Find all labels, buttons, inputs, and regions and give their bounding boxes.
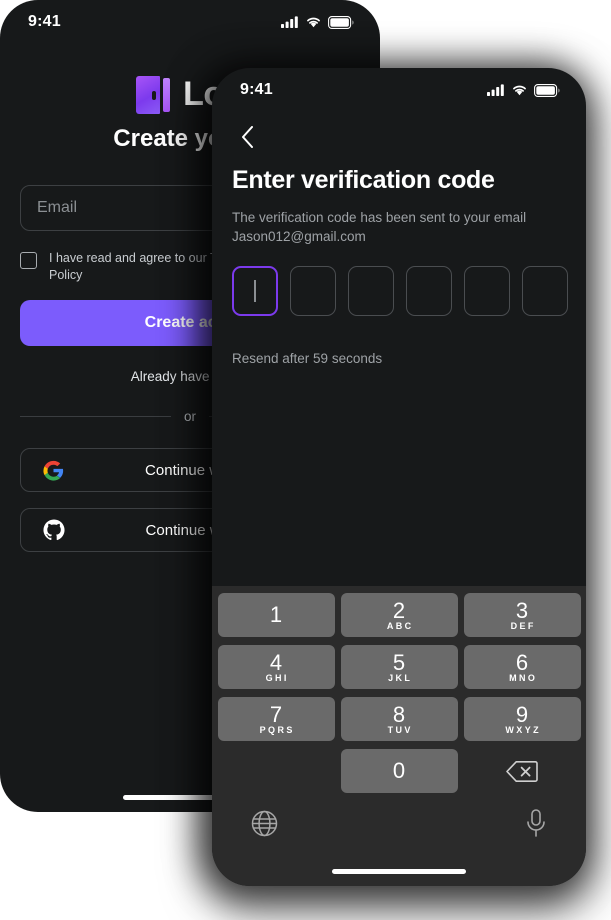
keyboard-row-zero: 0 [217,749,581,793]
key-2-number: 2 [392,598,406,623]
microphone-dictation-icon [527,809,545,837]
key-5-letters: JKL [388,673,413,683]
keyboard-row-3: 7 PQRS 8 TUV 9 WXYZ [217,697,581,741]
key-0-label: 0 [392,758,406,783]
key-6[interactable]: 6 MNO [463,645,581,689]
terms-text-line1: I have read and agree to our T [49,251,218,265]
key-3[interactable]: 3 DEF [463,593,581,637]
battery-icon [328,15,354,29]
key-8-number: 8 [392,702,406,727]
door-logo-icon [136,75,171,114]
cellular-signal-icon [487,84,504,96]
globe-language-icon [251,810,278,836]
keyboard-row-1: 1 2 ABC 3 DEF [217,593,581,637]
key-2-letters: ABC [386,621,414,631]
otp-box-4[interactable] [406,266,452,316]
status-bar-signup: 9:41 [0,0,380,44]
email-field-placeholder: Email [37,199,78,216]
verification-subtitle-email: Jason012@gmail.com [232,229,366,244]
numeric-keyboard: 1 2 ABC 3 DEF 4 GHI 5 JKL 6 MNO 7 PQRS 8 TUV 9 WXYZ 0 [212,586,586,886]
terms-agreement-label: I have read and agree to our T Policy [49,250,218,284]
divider-label: or [184,409,197,424]
status-bar-icons-verification [487,83,560,97]
key-4-letters: GHI [265,673,289,683]
verification-phone-screen: 9:41 Enter verification code The verific… [212,68,586,886]
verification-subtitle-line1: The verification code has been sent to y… [232,210,527,225]
cellular-signal-icon [281,16,298,28]
key-4-number: 4 [269,650,283,675]
chevron-left-icon [241,126,253,148]
otp-box-5[interactable] [464,266,510,316]
key-6-number: 6 [515,650,529,675]
microphone-key[interactable] [525,809,547,842]
wifi-icon [513,85,526,96]
key-1[interactable]: 1 [217,593,335,637]
resend-timer-text[interactable]: Resend after 59 seconds [232,351,382,366]
key-0[interactable]: 0 [340,749,458,793]
home-indicator-verification [332,869,466,874]
key-9[interactable]: 9 WXYZ [463,697,581,741]
otp-box-6[interactable] [522,266,568,316]
key-9-letters: WXYZ [505,725,541,735]
key-8[interactable]: 8 TUV [340,697,458,741]
keyboard-spacer-left [218,749,335,793]
divider-line-left [20,416,171,417]
status-bar-verification: 9:41 [212,68,586,112]
key-5[interactable]: 5 JKL [340,645,458,689]
delete-key[interactable] [464,749,581,793]
back-button[interactable] [230,120,264,154]
otp-box-1[interactable] [232,266,278,316]
battery-icon [534,83,560,97]
verification-title: Enter verification code [232,166,495,194]
terms-text-line2: Policy [49,268,83,282]
otp-box-2[interactable] [290,266,336,316]
key-5-number: 5 [392,650,406,675]
status-bar-time-verification: 9:41 [240,81,273,98]
key-2[interactable]: 2 ABC [340,593,458,637]
key-9-number: 9 [515,702,529,727]
wifi-icon [307,17,320,28]
key-3-letters: DEF [510,621,536,631]
terms-checkbox[interactable] [20,252,37,269]
key-7-number: 7 [269,702,283,727]
key-7[interactable]: 7 PQRS [217,697,335,741]
otp-box-3[interactable] [348,266,394,316]
key-8-letters: TUV [387,725,413,735]
otp-text-caret [254,280,256,302]
globe-key[interactable] [251,810,278,842]
key-4[interactable]: 4 GHI [217,645,335,689]
key-6-letters: MNO [509,673,538,683]
status-bar-time: 9:41 [28,13,61,30]
backspace-delete-icon [506,760,538,782]
key-3-number: 3 [515,598,529,623]
otp-input-group[interactable] [232,266,568,316]
keyboard-row-2: 4 GHI 5 JKL 6 MNO [217,645,581,689]
status-bar-icons [281,15,354,29]
verification-subtitle: The verification code has been sent to y… [232,208,567,246]
keyboard-bottom-row [217,801,581,842]
key-1-number: 1 [269,602,283,627]
key-7-letters: PQRS [259,725,295,735]
